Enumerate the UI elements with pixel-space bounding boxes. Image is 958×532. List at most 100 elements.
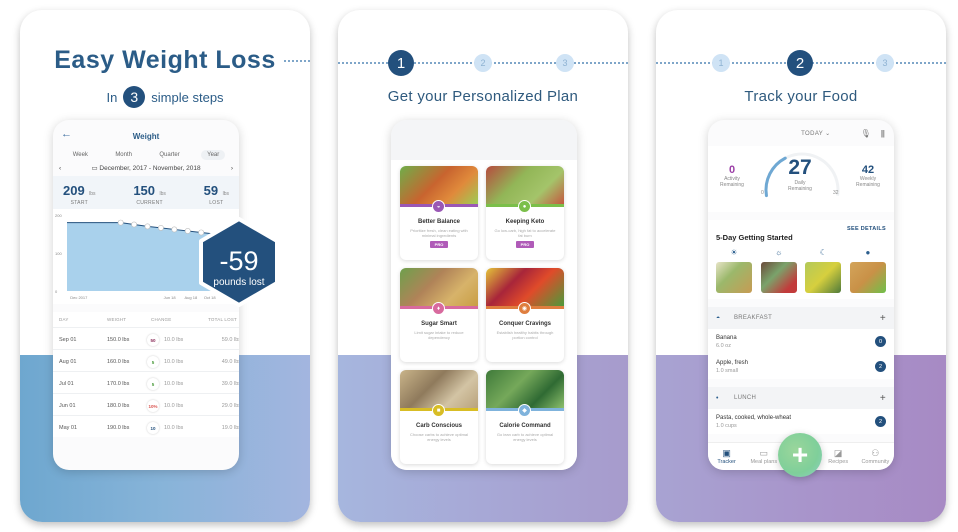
date-selector[interactable]: TODAY ⌄ — [801, 130, 831, 137]
segment-quarter[interactable]: Quarter — [153, 150, 185, 160]
food-info: Apple, fresh 1.0 small — [716, 360, 748, 374]
suggested-food[interactable]: ☾ — [805, 248, 842, 293]
sun-icon: ☼ — [774, 248, 783, 257]
x-tick-label: Dec 2017 — [70, 295, 88, 300]
plan-description: Choose carbs to achieve optimal energy l… — [409, 432, 469, 442]
food-log-item[interactable]: Pasta, cooked, whole-wheat 1.0 cups 2 — [708, 409, 894, 434]
stat-unit: lbs — [159, 191, 166, 197]
table-row[interactable]: Sep 01 150.0 lbs 50 10.0 lbs 59.0 lbs — [53, 327, 239, 349]
step-3: 3 — [556, 54, 574, 72]
section-title: 5-Day Getting Started — [716, 233, 793, 242]
row-change: 10.0 lbs — [164, 425, 184, 431]
table-row[interactable]: Aug 01 160.0 lbs 5 10.0 lbs 49.0 lbs — [53, 349, 239, 371]
barcode-icon[interactable]: ||| — [881, 129, 885, 138]
suggested-food[interactable]: ☼ — [760, 248, 797, 293]
table-row[interactable]: Jul 01 170.0 lbs 5 10.0 lbs 39.0 lbs — [53, 371, 239, 393]
panel-title: Get your Personalized Plan — [387, 88, 579, 105]
weekly-remaining: 42 Weekly Remaining — [850, 164, 886, 188]
lollipop-icon: ♦ — [432, 302, 445, 315]
meal-name: LUNCH — [734, 395, 757, 401]
points-badge: 2 — [875, 416, 886, 427]
panel-headline: Easy Weight Loss — [54, 46, 276, 74]
add-to-meal-button[interactable]: + — [880, 393, 886, 404]
change-badge: 50 — [147, 334, 159, 346]
column-header: CHANGE — [151, 317, 172, 322]
table-row[interactable]: Jun 01 180.0 lbs 10% 10.0 lbs 29.0 lbs — [53, 393, 239, 415]
add-food-button[interactable]: + — [778, 433, 822, 477]
plan-image — [486, 166, 564, 204]
microphone-icon[interactable]: 🎙 — [861, 129, 871, 138]
suggested-food[interactable]: ● — [849, 248, 886, 293]
food-info: Pasta, cooked, whole-wheat 1.0 cups — [716, 415, 791, 429]
row-weight: 150.0 lbs — [107, 337, 130, 343]
points-summary: 0 Activity Remaining 0 32 27 Daily Remai… — [708, 146, 894, 212]
weight-log-table: DAY WEIGHT CHANGE TOTAL LOST Sep 01 150.0… — [53, 312, 239, 437]
suggested-food[interactable]: ☀ — [716, 248, 752, 293]
chevron-left-icon[interactable]: ‹ — [59, 165, 61, 172]
change-badge: 10% — [147, 400, 159, 412]
stat-unit: lbs — [222, 191, 229, 197]
tracker-top-bar: TODAY ⌄ 🎙 ||| — [708, 120, 894, 146]
segment-month[interactable]: Month — [109, 150, 138, 160]
chevron-right-icon[interactable]: › — [231, 165, 233, 172]
step-3: 3 — [876, 54, 894, 72]
meal-name: BREAKFAST — [734, 315, 773, 321]
sunrise-icon: ◓ — [716, 314, 721, 322]
pro-badge: PRO — [430, 241, 448, 248]
plan-card[interactable]: ■ Carb Conscious Choose carbs to achieve o… — [400, 370, 478, 464]
weight-point — [158, 225, 164, 231]
moon-icon: ☾ — [819, 248, 827, 257]
date-range: ▭ December, 2017 - November, 2018 — [91, 164, 200, 172]
chevron-down-icon: ⌄ — [825, 130, 831, 137]
segment-year[interactable]: Year — [201, 150, 226, 160]
period-segmented-control: Week Month Quarter Year — [59, 150, 233, 160]
plan-card[interactable]: ◆ Calorie Command Go lean carb to achieve … — [486, 370, 564, 464]
nav-item-recipes[interactable]: ◪ Recipes — [822, 448, 854, 465]
community-icon: ⚇ — [871, 448, 880, 458]
gauge-max: 32 — [833, 190, 839, 196]
nav-item-community[interactable]: ⚇ Community — [859, 448, 891, 465]
stat-unit: lbs — [89, 191, 96, 197]
change-badge: 5 — [147, 356, 159, 368]
meal-header: • LUNCH + — [708, 387, 894, 409]
date-range-selector: ‹ ▭ December, 2017 - November, 2018 › — [59, 164, 233, 173]
arrow-left-icon[interactable]: ← — [61, 128, 72, 140]
x-tick-label: Aug 18 — [185, 295, 198, 300]
row-day: Sep 01 — [59, 337, 77, 343]
food-log-item[interactable]: Apple, fresh 1.0 small 2 — [708, 354, 894, 379]
see-details-link[interactable]: SEE DETAILS — [716, 226, 886, 232]
table-row[interactable]: May 01 190.0 lbs 10 10.0 lbs 19.0 lbs — [53, 415, 239, 437]
table-header: DAY WEIGHT CHANGE TOTAL LOST — [53, 312, 239, 327]
droplet-icon: ◆ — [518, 404, 531, 417]
nav-item-tracker[interactable]: ▣ Tracker — [711, 448, 743, 465]
stat-value: 150 — [133, 183, 156, 198]
daily-value: 27 — [788, 156, 812, 179]
column-header: TOTAL LOST — [208, 317, 237, 322]
row-weight: 170.0 lbs — [107, 381, 130, 387]
bread-icon: ■ — [432, 404, 445, 417]
row-total-lost: 19.0 lbs — [221, 425, 239, 431]
plan-name: Conquer Cravings — [498, 321, 551, 327]
row-day: Aug 01 — [59, 359, 77, 365]
add-to-meal-button[interactable]: + — [880, 313, 886, 324]
plan-image — [486, 370, 564, 408]
row-total-lost: 39.0 lbs — [221, 381, 239, 387]
panel-title: Track your Food — [744, 88, 858, 105]
plan-card[interactable]: ◒ Better Balance Prioritize fresh, clean e… — [400, 166, 478, 260]
activity-value: 0 — [728, 164, 736, 176]
row-change: 10.0 lbs — [164, 337, 184, 343]
food-name: Banana — [716, 334, 737, 341]
change-badge: 10 — [147, 422, 159, 434]
plan-card[interactable]: ♦ Sugar Smart Limit sugar intake to reduce… — [400, 268, 478, 362]
table-body: Sep 01 150.0 lbs 50 10.0 lbs 59.0 lbs Aug 01 1… — [53, 327, 239, 437]
plan-card[interactable]: ◉ Conquer Cravings Establish healthy habit… — [486, 268, 564, 362]
food-image — [716, 262, 752, 293]
segment-week[interactable]: Week — [67, 150, 94, 160]
step-connector — [284, 60, 310, 62]
plan-card[interactable]: ● Keeping Keto Go low-carb, high fat to ac… — [486, 166, 564, 260]
sun-icon: • — [716, 394, 719, 402]
food-log-item[interactable]: Banana 6.0 oz 0 — [708, 329, 894, 354]
row-weight: 190.0 lbs — [107, 425, 130, 431]
nav-item-meal-plans[interactable]: ▭ Meal plans — [748, 448, 780, 465]
plan-name: Sugar Smart — [421, 321, 457, 327]
